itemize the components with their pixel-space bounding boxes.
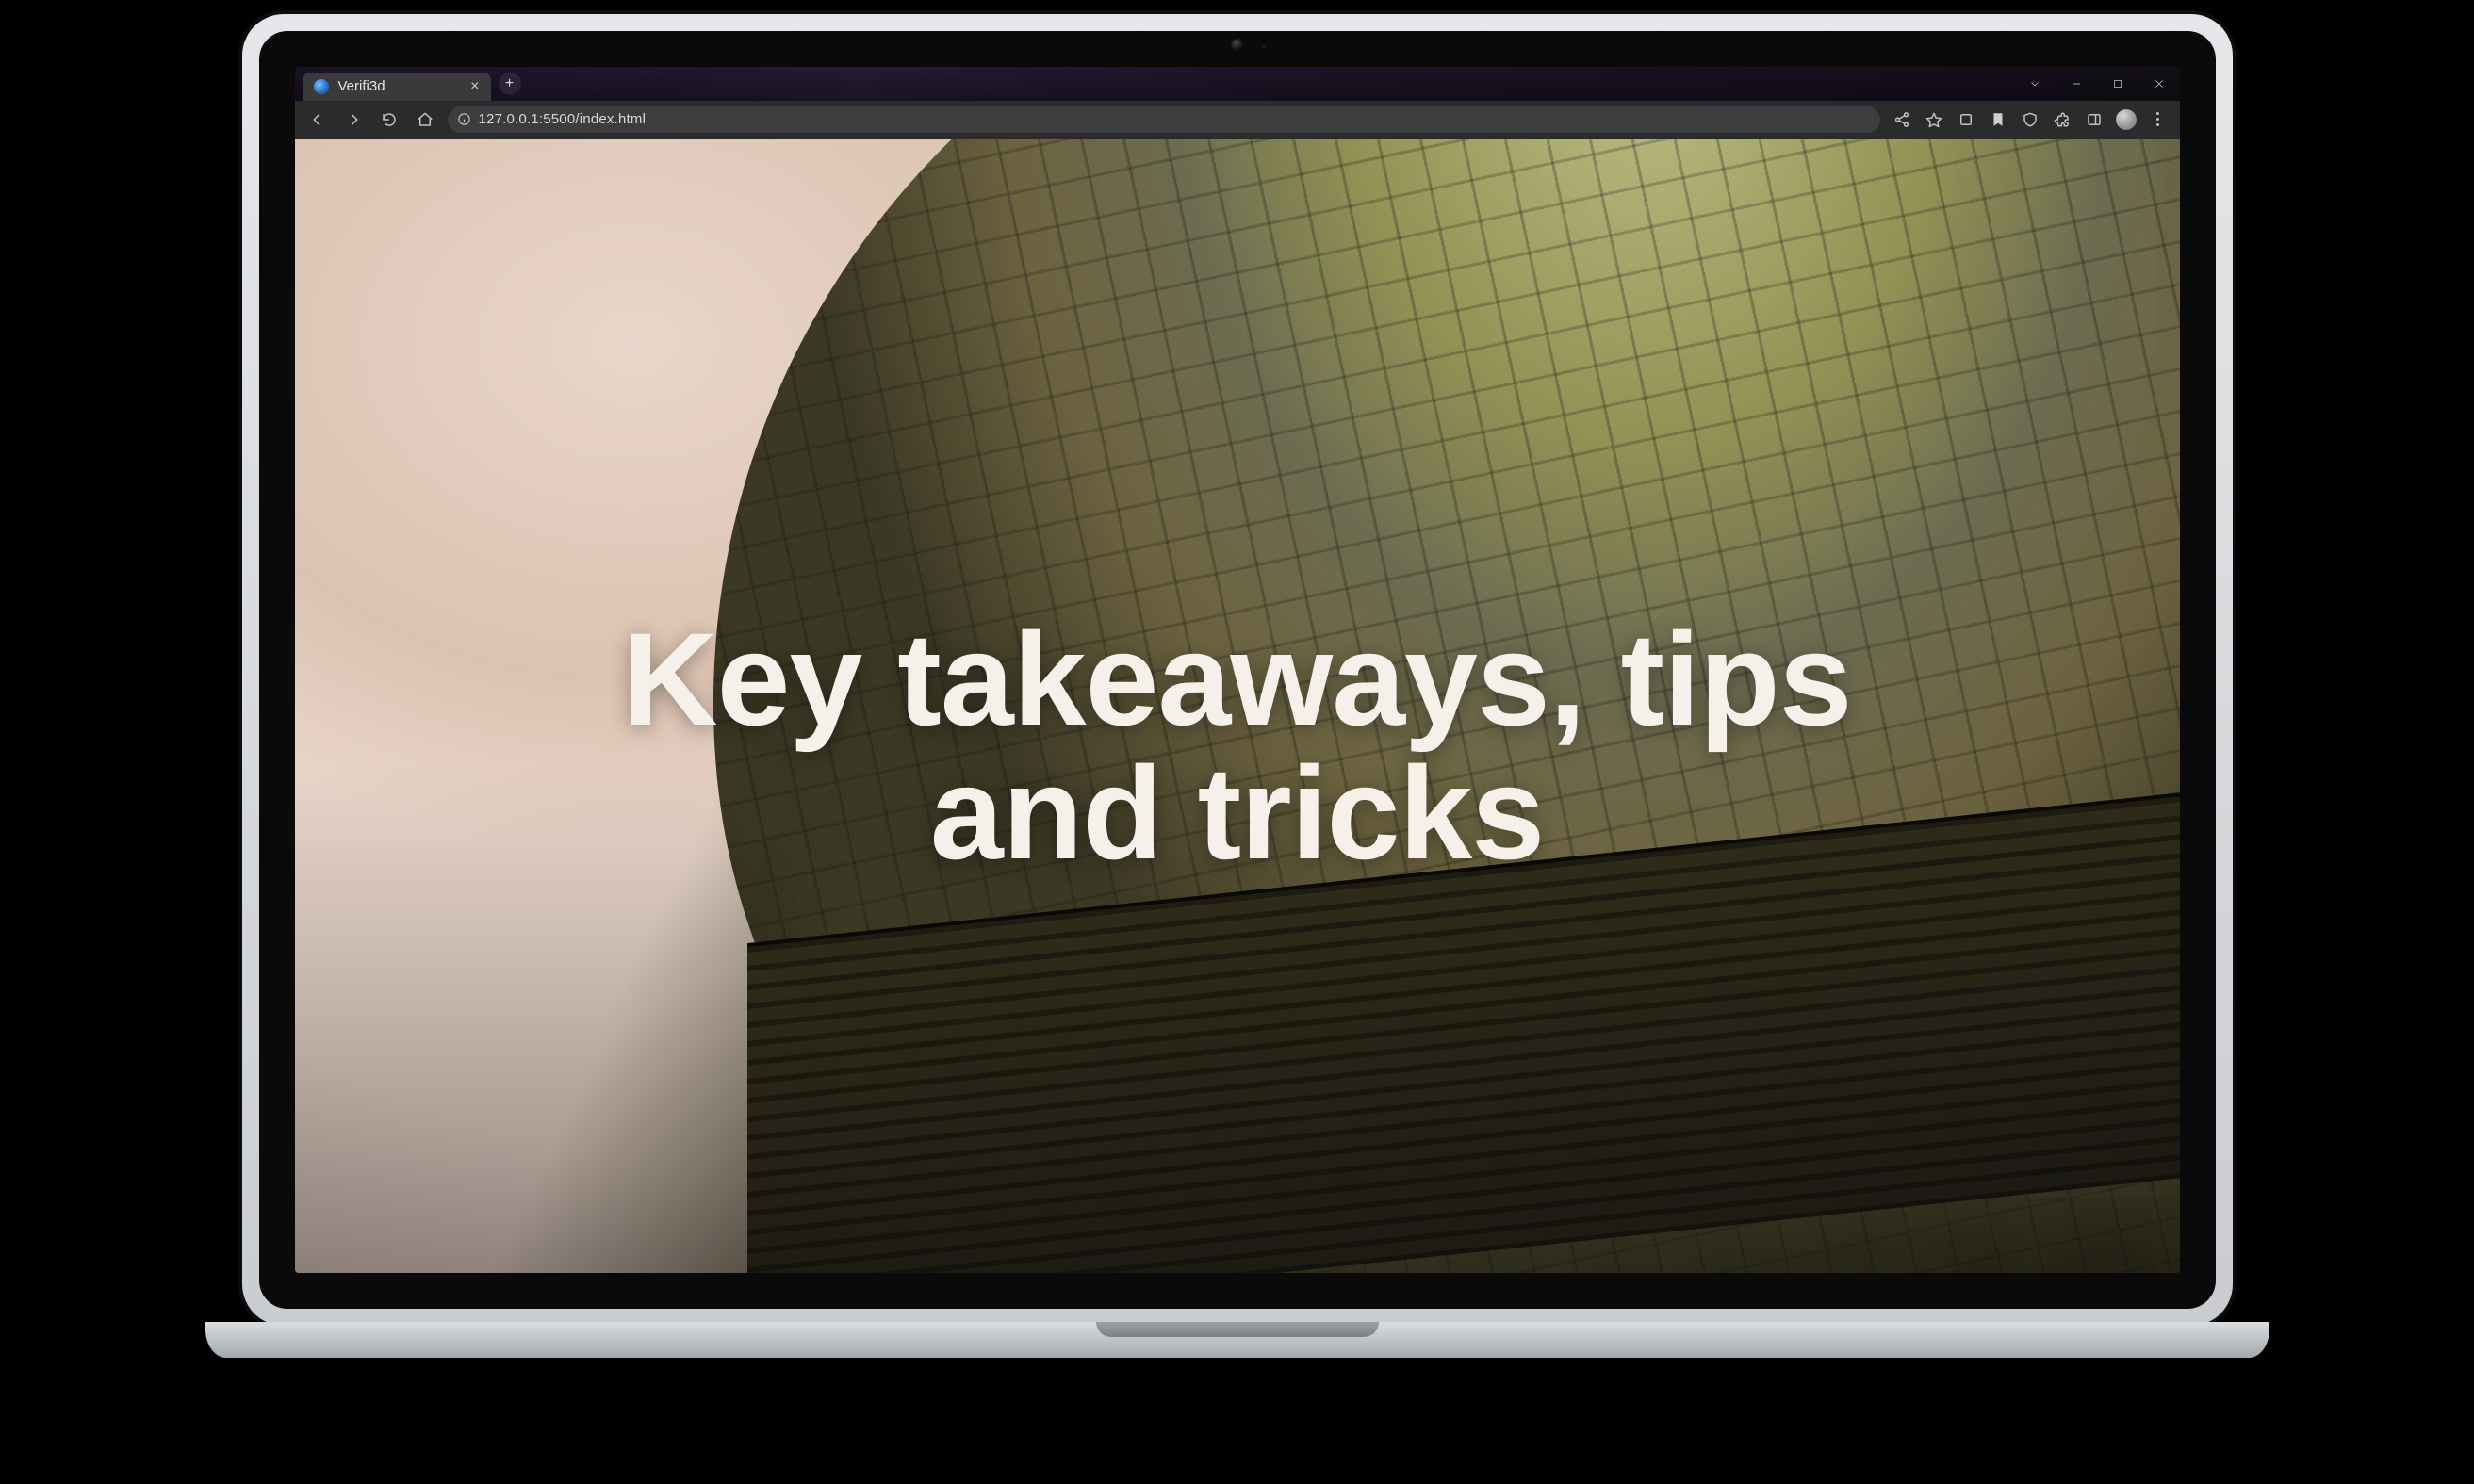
toolbar-right — [1890, 107, 2171, 132]
menu-button[interactable] — [2146, 107, 2171, 132]
panel-icon — [2086, 111, 2103, 128]
extension-2-button[interactable] — [1986, 107, 2010, 132]
puzzle-icon — [2054, 111, 2071, 128]
new-tab-button[interactable]: + — [499, 73, 521, 95]
trackpad-notch — [1096, 1322, 1379, 1337]
info-icon — [457, 112, 471, 126]
window-minimize-button[interactable] — [2056, 67, 2097, 101]
laptop-base — [205, 1322, 2269, 1358]
home-icon — [417, 111, 434, 128]
kebab-icon — [2156, 112, 2159, 126]
canvas: Verifi3d × + — [0, 0, 2474, 1484]
laptop-reflection — [238, 1402, 2236, 1484]
window-close-button[interactable] — [2138, 67, 2180, 101]
browser-tab-active[interactable]: Verifi3d × — [303, 73, 491, 101]
reload-button[interactable] — [376, 106, 402, 133]
window-controls — [2014, 67, 2180, 101]
hero-title: Key takeaways, tips and tricks — [295, 612, 2180, 882]
arrow-left-icon — [309, 111, 326, 128]
sidepanel-button[interactable] — [2082, 107, 2106, 132]
extensions-button[interactable] — [2050, 107, 2074, 132]
forward-button[interactable] — [340, 106, 367, 133]
browser-titlebar: Verifi3d × + — [295, 67, 2180, 101]
window-maximize-button[interactable] — [2097, 67, 2138, 101]
tab-title: Verifi3d — [338, 78, 385, 94]
minimize-icon — [2071, 78, 2082, 90]
share-icon — [1893, 111, 1910, 128]
laptop-shadow — [361, 1363, 2114, 1392]
home-button[interactable] — [412, 106, 438, 133]
webcam — [1231, 39, 1244, 52]
webcam-led — [1262, 44, 1266, 48]
arrow-right-icon — [345, 111, 362, 128]
reload-icon — [381, 111, 398, 128]
page-viewport[interactable]: Key takeaways, tips and tricks — [295, 139, 2180, 1273]
maximize-icon — [2112, 78, 2123, 90]
laptop-mockup: Verifi3d × + — [205, 10, 2269, 1392]
close-icon — [2154, 78, 2165, 90]
bookmark-button[interactable] — [1922, 107, 1946, 132]
star-icon — [1925, 111, 1942, 128]
profile-button[interactable] — [2114, 107, 2138, 132]
avatar-icon — [2116, 109, 2137, 130]
close-tab-button[interactable]: × — [470, 79, 479, 94]
favicon-icon — [314, 79, 329, 94]
chevron-down-icon — [2028, 78, 2041, 90]
back-button[interactable] — [304, 106, 331, 133]
address-bar[interactable]: 127.0.0.1:5500/index.html — [448, 106, 1880, 133]
laptop-lid: Verifi3d × + — [238, 10, 2236, 1329]
share-button[interactable] — [1890, 107, 1914, 132]
shield-icon — [2022, 111, 2039, 128]
bookmark-fill-icon — [1990, 111, 2007, 128]
extension-1-button[interactable] — [1954, 107, 1978, 132]
window-dropdown-button[interactable] — [2014, 67, 2056, 101]
url-text: 127.0.0.1:5500/index.html — [479, 111, 647, 127]
screen: Verifi3d × + — [295, 67, 2180, 1273]
extension-3-button[interactable] — [2018, 107, 2042, 132]
square-icon — [1958, 111, 1974, 128]
browser-toolbar: 127.0.0.1:5500/index.html — [295, 101, 2180, 139]
